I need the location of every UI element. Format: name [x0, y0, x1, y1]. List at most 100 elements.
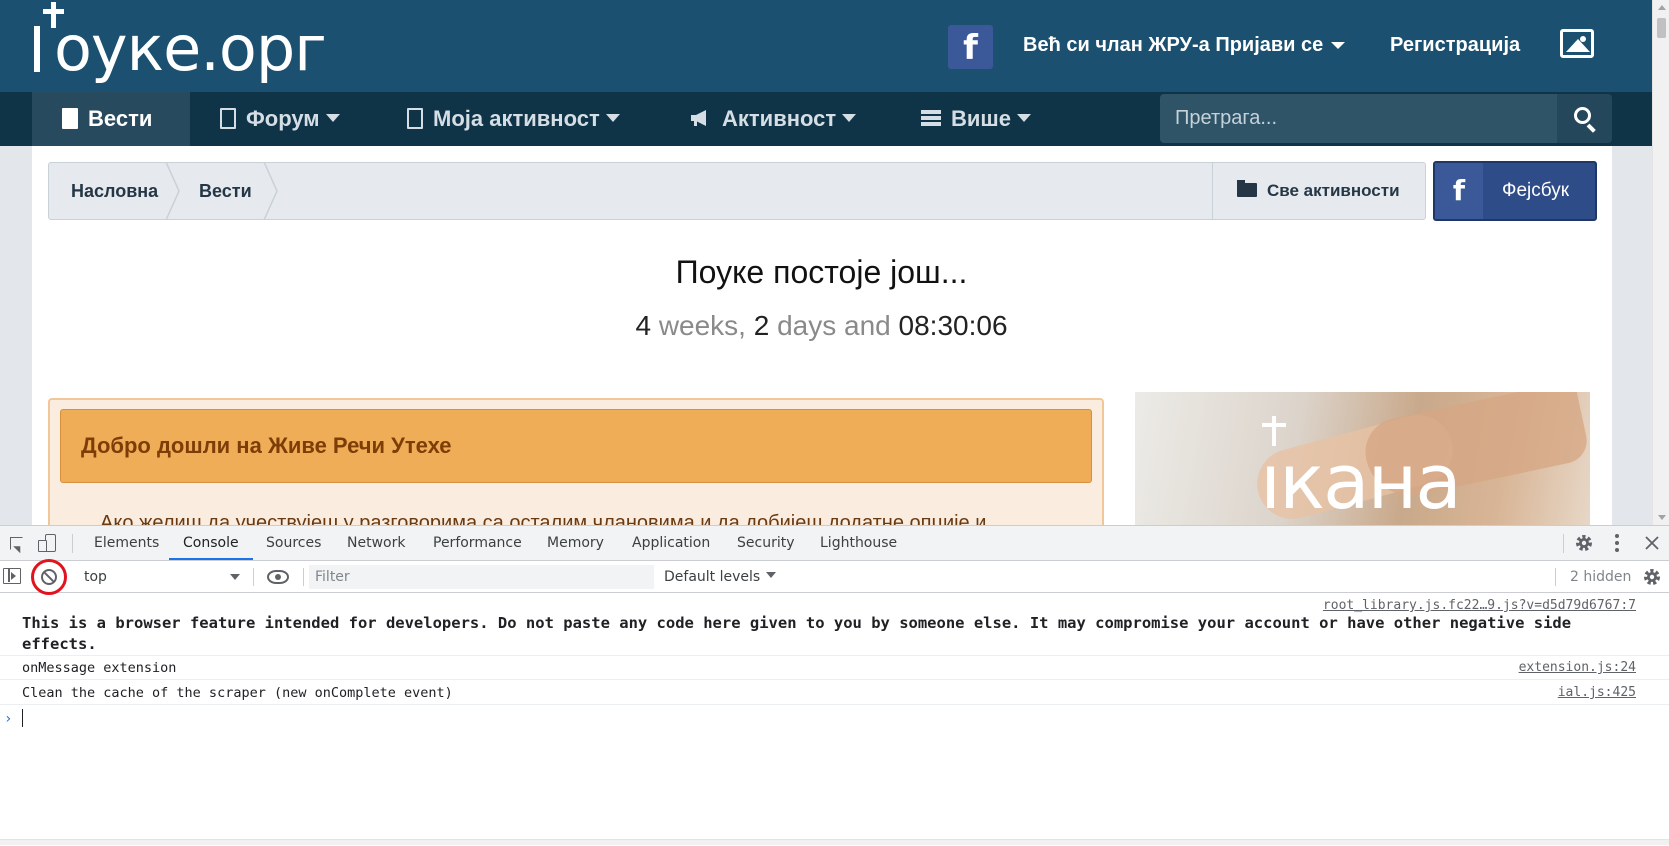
kebab-dot	[1615, 548, 1619, 552]
page-viewport: оуке.орг f Већ си члан ЖРУ-а Пријави се …	[0, 0, 1669, 525]
divider	[1563, 534, 1564, 553]
site-logo[interactable]: оуке.орг	[30, 0, 350, 92]
scroll-down-arrow-icon[interactable]	[1658, 515, 1666, 520]
search-icon-handle	[1586, 123, 1596, 133]
site-header: оуке.орг f Већ си члан ЖРУ-а Пријави се …	[0, 0, 1652, 92]
nav-item-label: Моја активност	[433, 106, 600, 131]
tab-memory[interactable]: Memory	[547, 526, 604, 560]
chevron-down-icon	[325, 114, 340, 123]
console-settings-gear-icon[interactable]	[1642, 567, 1662, 587]
console-input[interactable]	[22, 709, 23, 727]
facebook-icon: f	[963, 28, 978, 68]
breadcrumb-news[interactable]: Вести	[199, 163, 252, 219]
ban-icon	[41, 569, 57, 585]
breadcrumb-home[interactable]: Насловна	[71, 163, 158, 219]
device-toolbar-icon[interactable]	[33, 526, 61, 560]
more-options-icon[interactable]	[1614, 534, 1620, 554]
logo-text: оуке.орг	[30, 12, 327, 85]
chevron-down-icon	[1331, 42, 1346, 50]
tab-performance[interactable]: Performance	[433, 526, 522, 560]
nav-item-activity[interactable]: Активност	[690, 92, 857, 146]
search-button[interactable]	[1557, 94, 1612, 143]
console-toolbar: top Filter Default levels 2 hidden	[0, 559, 1669, 595]
inspect-element-icon[interactable]	[3, 526, 31, 560]
facebook-page-button[interactable]: f Фејсбук	[1433, 161, 1597, 221]
tab-application[interactable]: Application	[632, 526, 710, 560]
folder-icon	[1237, 179, 1257, 197]
countdown-time: 08:30:06	[898, 310, 1008, 341]
countdown-weeks: 4	[635, 310, 652, 341]
chevron-down-icon	[842, 114, 857, 123]
chevron-down-icon	[1016, 114, 1031, 123]
tab-console[interactable]: Console	[169, 526, 253, 560]
countdown-title: Поуке постоје још...	[675, 254, 968, 290]
ad-logo-cross-bar	[1262, 423, 1286, 427]
divider	[72, 534, 73, 553]
clear-console-button[interactable]	[31, 559, 67, 595]
bars-icon	[921, 110, 941, 127]
context-value: top	[84, 569, 107, 585]
document-icon	[407, 107, 423, 129]
console-output: root_library.js.fc22…9.js?v=d5d79d6767:7…	[0, 594, 1669, 846]
tab-lighthouse[interactable]: Lighthouse	[820, 526, 897, 560]
settings-gear-icon[interactable]	[1574, 533, 1594, 553]
show-sidebar-icon[interactable]	[3, 568, 21, 584]
logo-wordmark: оуке.орг	[54, 12, 327, 85]
tab-network[interactable]: Network	[347, 526, 405, 560]
filter-input[interactable]: Filter	[309, 565, 654, 589]
live-expression-eye-icon[interactable]	[267, 570, 289, 584]
image-mountain	[1566, 39, 1590, 52]
sign-in-link[interactable]: Већ си члан ЖРУ-а Пријави се	[1023, 31, 1346, 59]
kebab-dot	[1615, 534, 1619, 538]
register-link[interactable]: Регистрација	[1390, 31, 1520, 59]
nav-item-more[interactable]: Више	[921, 92, 1031, 146]
divider	[1555, 568, 1556, 586]
nav-item-forum[interactable]: Форум	[220, 92, 340, 146]
scroll-up-arrow-icon[interactable]	[1658, 5, 1666, 10]
log-levels-select[interactable]: Default levels	[664, 566, 777, 588]
ad-banner[interactable]: ıкана	[1135, 392, 1590, 525]
all-activity-label: Све активности	[1267, 181, 1400, 200]
search-icon	[1574, 107, 1591, 124]
console-message-source[interactable]: ial.js:425	[1558, 685, 1636, 700]
all-activity-link[interactable]: Све активности	[1212, 162, 1426, 220]
nav-item-news[interactable]: Вести	[32, 92, 190, 146]
console-message: root_library.js.fc22…9.js?v=d5d79d6767:7…	[0, 594, 1669, 656]
divider	[253, 568, 254, 586]
devtools-tabbar: Elements Console Sources Network Perform…	[0, 526, 1669, 561]
breadcrumb-separator	[165, 162, 180, 220]
scrollbar-thumb[interactable]	[1657, 18, 1666, 38]
context-select[interactable]: top	[76, 566, 248, 588]
megaphone-icon	[691, 110, 706, 127]
facebook-icon: f	[1435, 163, 1483, 219]
device-tablet	[38, 540, 47, 552]
nav-item-my-activity[interactable]: Моја активност	[407, 92, 620, 146]
breadcrumb-separator	[263, 162, 278, 220]
console-message-text: onMessage extension	[22, 660, 177, 676]
facebook-login-button[interactable]: f	[948, 25, 993, 69]
countdown-days: 2	[753, 310, 770, 341]
countdown-values: 4 weeks, 2 days and 08:30:06	[0, 310, 1643, 342]
page-scrollbar[interactable]	[1652, 0, 1669, 525]
log-levels-label: Default levels	[664, 569, 761, 585]
console-message-source[interactable]: extension.js:24	[1519, 660, 1636, 675]
console-message: extension.js:24 onMessage extension	[0, 656, 1669, 680]
welcome-text: Ако желиш да учествујеш у разговорима са…	[100, 512, 987, 525]
tab-elements[interactable]: Elements	[94, 526, 159, 560]
tab-sources[interactable]: Sources	[266, 526, 321, 560]
chevron-down-icon	[766, 572, 777, 578]
bottom-scrollbar[interactable]	[0, 839, 1669, 845]
tab-security[interactable]: Security	[737, 526, 795, 560]
welcome-header: Добро дошли на Живе Речи Утехе	[60, 409, 1092, 483]
chevron-down-icon	[605, 114, 620, 123]
close-icon[interactable]	[1644, 535, 1660, 551]
search-input[interactable]: Претрага...	[1160, 94, 1557, 143]
console-message-source[interactable]: root_library.js.fc22…9.js?v=d5d79d6767:7	[1323, 598, 1636, 613]
image-icon[interactable]	[1560, 29, 1594, 58]
welcome-box: Добро дошли на Живе Речи Утехе Ако желиш…	[48, 398, 1104, 525]
divider	[303, 568, 304, 586]
console-message-text: Clean the cache of the scraper (new onCo…	[22, 685, 453, 701]
sign-in-label: Већ си члан ЖРУ-а Пријави се	[1023, 34, 1324, 56]
ad-logo-text: ıкана	[1260, 437, 1462, 525]
nav-item-label: Форум	[246, 106, 320, 131]
